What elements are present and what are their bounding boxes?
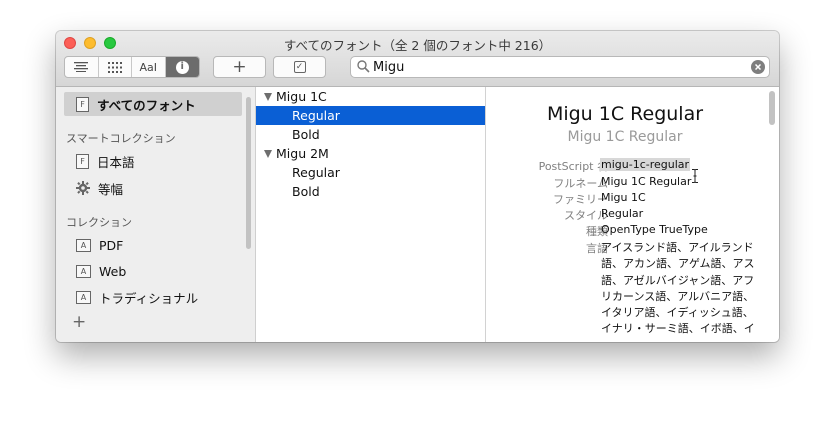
list-view-icon bbox=[74, 62, 89, 72]
collection-badge: A bbox=[80, 240, 87, 250]
font-title: Migu 1C Regular bbox=[546, 103, 704, 125]
font-face-row-selected[interactable]: Regular bbox=[256, 106, 485, 125]
grid-view-icon bbox=[107, 61, 122, 73]
font-library-badge: F bbox=[80, 99, 85, 109]
font-library-icon: F bbox=[76, 96, 89, 112]
font-collection-badge: F bbox=[80, 156, 85, 166]
view-mode-segmented-control: AaI i bbox=[64, 56, 200, 78]
collection-icon: A bbox=[76, 290, 91, 304]
font-book-window: すべてのフォント（全 2 個のフォント中 216） AaI i + ✓ Migu… bbox=[56, 31, 779, 342]
clear-search-button[interactable] bbox=[751, 60, 765, 74]
title-bar: すべてのフォント（全 2 個のフォント中 216） AaI i + ✓ Migu bbox=[56, 31, 779, 87]
validate-font-button[interactable]: ✓ bbox=[273, 56, 326, 78]
sidebar-item-label: 等幅 bbox=[98, 181, 124, 197]
font-collection-icon: F bbox=[76, 153, 89, 169]
font-face-name: Bold bbox=[292, 184, 320, 199]
collection-icon: A bbox=[76, 264, 91, 278]
collections-header: コレクション bbox=[66, 216, 132, 229]
sample-view-button[interactable]: AaI bbox=[132, 57, 166, 77]
font-family-name: Migu 1C bbox=[276, 89, 327, 104]
add-font-button[interactable]: + bbox=[213, 56, 266, 78]
collection-badge: A bbox=[80, 292, 87, 302]
sidebar-item-label: すべてのフォント bbox=[97, 97, 196, 113]
disclosure-triangle-icon[interactable] bbox=[264, 92, 272, 101]
info-scrollbar[interactable] bbox=[769, 91, 775, 125]
full-name-value[interactable]: Migu 1C Regular bbox=[601, 175, 691, 188]
family-label: ファミリー bbox=[553, 193, 608, 206]
font-subtitle: Migu 1C Regular bbox=[567, 129, 683, 145]
collection-badge: A bbox=[80, 266, 87, 276]
search-field bbox=[350, 56, 770, 78]
sidebar-item-pdf[interactable]: A PDF bbox=[76, 233, 123, 257]
grid-view-button[interactable] bbox=[99, 57, 132, 77]
font-face-row[interactable]: Regular bbox=[256, 163, 485, 182]
collection-icon: A bbox=[76, 238, 91, 252]
font-face-name: Regular bbox=[292, 108, 340, 123]
sidebar-item-label: トラディショナル bbox=[99, 290, 199, 306]
font-face-name: Regular bbox=[292, 165, 340, 180]
font-info-panel: Migu 1C Regular Migu 1C Regular PostScri… bbox=[486, 87, 779, 342]
language-value[interactable]: アイスランド語、アイルランド語、アカン語、アゲム語、アス語、アゼルバイジャン語、… bbox=[601, 240, 757, 338]
add-collection-button[interactable]: + bbox=[72, 312, 86, 332]
close-icon bbox=[755, 64, 761, 70]
sidebar-item-label: PDF bbox=[99, 237, 124, 253]
sidebar-item-monospace[interactable]: 等幅 bbox=[76, 176, 123, 200]
info-view-button[interactable]: i bbox=[165, 57, 199, 77]
kind-value[interactable]: OpenType TrueType bbox=[601, 223, 708, 236]
sidebar: F すべてのフォント スマートコレクション F 日本語 等幅 コレクション A … bbox=[56, 87, 256, 342]
sample-view-icon: AaI bbox=[139, 60, 157, 74]
plus-icon: + bbox=[232, 56, 247, 77]
postscript-name-value[interactable]: migu-1c-regular bbox=[600, 158, 691, 171]
checkbox-icon: ✓ bbox=[293, 61, 306, 73]
plus-icon: + bbox=[72, 312, 87, 332]
check-mark: ✓ bbox=[295, 61, 304, 72]
text-cursor-icon bbox=[692, 169, 698, 183]
sidebar-item-label: 日本語 bbox=[97, 154, 135, 170]
font-face-row[interactable]: Bold bbox=[256, 125, 485, 144]
sidebar-item-web[interactable]: A Web bbox=[76, 259, 126, 283]
info-view-icon: i bbox=[175, 60, 189, 74]
font-face-name: Bold bbox=[292, 127, 320, 142]
font-family-row[interactable]: Migu 1C bbox=[256, 87, 485, 106]
style-value[interactable]: Regular bbox=[601, 207, 643, 220]
font-face-row[interactable]: Bold bbox=[256, 182, 485, 201]
font-family-name: Migu 2M bbox=[276, 146, 329, 161]
info-glyph: i bbox=[180, 61, 184, 72]
font-family-row[interactable]: Migu 2M bbox=[256, 144, 485, 163]
disclosure-triangle-icon[interactable] bbox=[264, 149, 272, 158]
full-name-label: フルネーム bbox=[553, 177, 608, 190]
font-family-list: Migu 1C Regular Bold Migu 2M Regular Bol… bbox=[256, 87, 486, 342]
sidebar-item-label: Web bbox=[99, 263, 127, 279]
sidebar-item-japanese[interactable]: F 日本語 bbox=[76, 149, 135, 173]
gear-icon bbox=[76, 181, 90, 195]
sidebar-item-traditional[interactable]: A トラディショナル bbox=[76, 285, 198, 309]
search-icon bbox=[357, 60, 370, 73]
smart-collections-header: スマートコレクション bbox=[66, 132, 176, 145]
list-view-button[interactable] bbox=[65, 57, 99, 77]
sidebar-item-all-fonts[interactable]: F すべてのフォント bbox=[76, 92, 196, 116]
postscript-name-label: PostScript 名 bbox=[538, 160, 608, 173]
family-value[interactable]: Migu 1C bbox=[601, 191, 646, 204]
search-input[interactable] bbox=[373, 58, 743, 76]
window-title: すべてのフォント（全 2 個のフォント中 216） bbox=[283, 38, 552, 53]
sidebar-scrollbar[interactable] bbox=[246, 97, 251, 249]
